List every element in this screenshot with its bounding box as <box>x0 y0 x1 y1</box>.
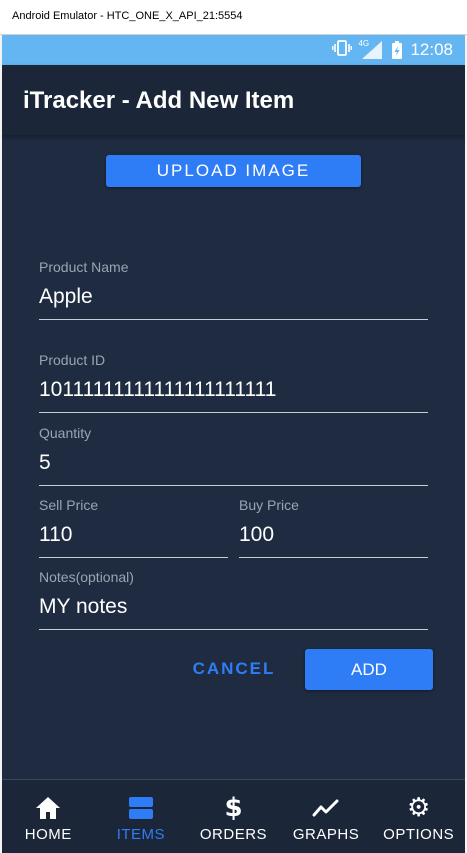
add-button[interactable]: ADD <box>305 649 433 690</box>
nav-item-graphs[interactable]: GRAPHS <box>280 780 373 853</box>
quantity-label: Quantity <box>39 425 92 441</box>
buy-price-field[interactable]: Buy Price 100 <box>239 497 428 558</box>
quantity-underline <box>39 485 428 486</box>
quantity-field[interactable]: Quantity 5 <box>39 425 428 486</box>
battery-icon <box>392 41 403 59</box>
product-name-input[interactable]: Apple <box>39 285 93 309</box>
product-name-underline <box>39 319 428 320</box>
device-screen: 4G 12:08 iTracker - Add New Item UPLOAD … <box>2 35 465 853</box>
nav-label-options: OPTIONS <box>383 826 455 843</box>
nav-label-items: ITEMS <box>116 826 166 843</box>
product-name-label: Product Name <box>39 259 129 275</box>
vibrate-icon <box>332 39 353 61</box>
notes-label: Notes(optional) <box>39 569 134 585</box>
home-icon <box>35 794 61 822</box>
product-name-field[interactable]: Product Name Apple <box>39 259 428 320</box>
dollar-icon: $ <box>224 793 243 823</box>
nav-item-items[interactable]: ITEMS <box>95 780 188 853</box>
signal-icon: 4G <box>358 39 384 59</box>
emulator-window: Android Emulator - HTC_ONE_X_API_21:5554 <box>0 0 467 853</box>
nav-item-home[interactable]: HOME <box>2 780 95 853</box>
page-title: iTracker - Add New Item <box>23 87 295 114</box>
gear-icon: ⚙ <box>407 793 431 823</box>
status-bar: 4G 12:08 <box>2 35 465 65</box>
sell-price-field[interactable]: Sell Price 110 <box>39 497 228 558</box>
sell-price-underline <box>39 557 228 558</box>
nav-label-graphs: GRAPHS <box>292 826 360 843</box>
buy-price-underline <box>239 557 428 558</box>
sell-price-input[interactable]: 110 <box>39 523 72 547</box>
nav-item-options[interactable]: ⚙ OPTIONS <box>372 780 465 853</box>
product-id-label: Product ID <box>39 352 106 368</box>
product-id-field[interactable]: Product ID 10111111111111111111111 <box>39 352 428 413</box>
notes-input[interactable]: MY notes <box>39 595 127 619</box>
quantity-input[interactable]: 5 <box>39 451 51 475</box>
product-id-underline <box>39 412 428 413</box>
status-time: 12:08 <box>410 40 453 59</box>
notes-field[interactable]: Notes(optional) MY notes <box>39 569 428 630</box>
items-icon <box>128 794 154 822</box>
nav-label-orders: ORDERS <box>199 826 268 843</box>
app-bar: iTracker - Add New Item <box>2 65 465 135</box>
sell-price-label: Sell Price <box>39 497 99 513</box>
nav-item-orders[interactable]: $ ORDERS <box>187 780 280 853</box>
upload-image-button[interactable]: UPLOAD IMAGE <box>106 155 361 187</box>
bottom-navigation: HOME ITEMS $ ORDERS GRAPHS ⚙ OPTIONS <box>2 779 465 853</box>
window-titlebar[interactable]: Android Emulator - HTC_ONE_X_API_21:5554 <box>0 0 467 35</box>
trend-icon <box>312 794 340 822</box>
network-type: 4G <box>358 39 370 48</box>
cancel-button[interactable]: CANCEL <box>184 649 284 689</box>
notes-underline <box>39 629 428 630</box>
nav-label-home: HOME <box>24 826 72 843</box>
buy-price-label: Buy Price <box>239 497 299 513</box>
buy-price-input[interactable]: 100 <box>239 523 274 547</box>
product-id-input[interactable]: 10111111111111111111111 <box>39 378 276 402</box>
window-title: Android Emulator - HTC_ONE_X_API_21:5554 <box>12 10 243 22</box>
